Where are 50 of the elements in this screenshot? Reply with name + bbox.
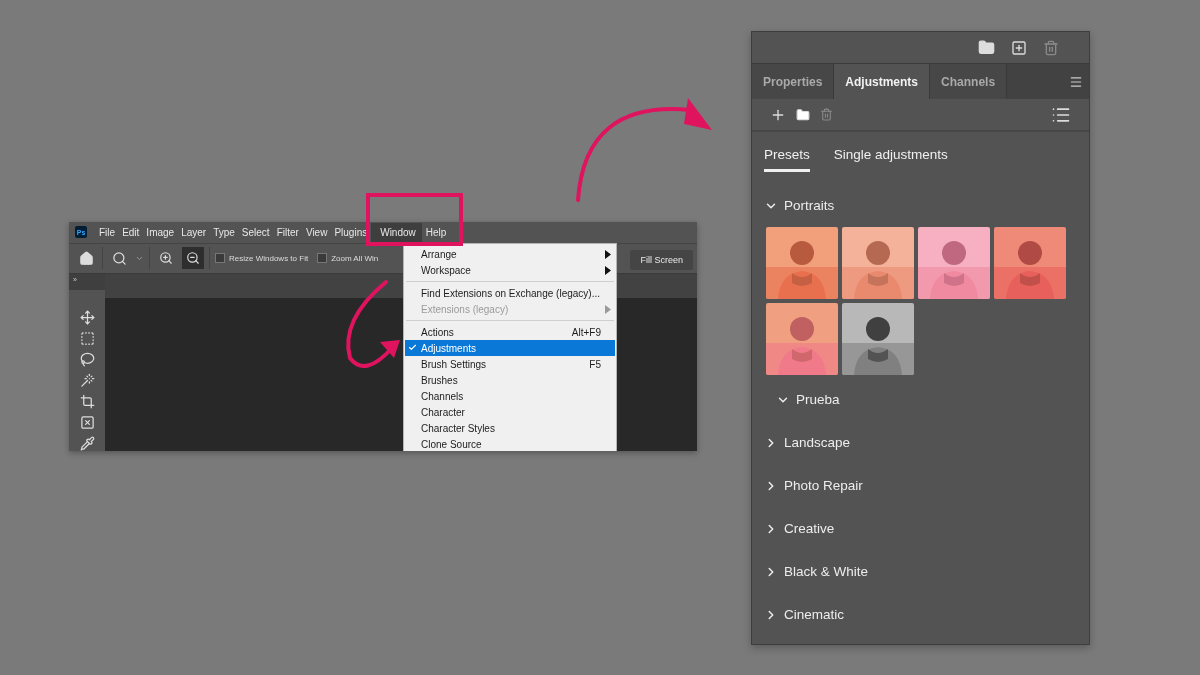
section-title[interactable]: Photo Repair (784, 478, 863, 493)
menu-item[interactable]: View (302, 222, 331, 242)
menu-entry[interactable]: Adjustments (405, 340, 615, 356)
menu-item[interactable]: Plugins (331, 222, 371, 242)
crop-icon[interactable] (79, 394, 95, 409)
marquee-icon[interactable] (79, 331, 95, 346)
move-icon[interactable] (79, 310, 95, 325)
panel-tab[interactable]: Channels (930, 64, 1008, 99)
panel-tab[interactable]: Properties (752, 64, 835, 99)
section-title[interactable]: Creative (784, 521, 835, 536)
folder-icon[interactable] (796, 107, 810, 122)
menu-entry[interactable]: Channels (405, 388, 615, 404)
section-title[interactable]: Black & White (784, 564, 869, 579)
checkbox[interactable] (317, 253, 328, 264)
zoom-out-icon[interactable] (182, 247, 204, 270)
checkbox-label: Resize Windows to Fit (229, 253, 309, 263)
menu-item[interactable]: File (96, 222, 119, 242)
menu-item[interactable]: Layer (178, 222, 210, 242)
checkbox[interactable] (215, 253, 225, 264)
menu-item[interactable]: Window (371, 222, 422, 242)
section-title[interactable]: Portraits (784, 198, 835, 213)
fill-screen-button[interactable]: Fill Screen (630, 250, 693, 270)
sub-tab[interactable]: Single adjustments (833, 147, 948, 172)
menu-entry[interactable]: Brushes (405, 372, 615, 388)
frame-icon[interactable] (79, 415, 95, 430)
menu-entry[interactable]: Character Styles (405, 420, 615, 436)
section-title[interactable]: Landscape (784, 435, 851, 450)
menu-entry[interactable]: Workspace (405, 262, 615, 278)
section-title[interactable]: Cinematic (784, 607, 845, 622)
panel-tab[interactable]: Adjustments (834, 64, 931, 99)
menu-item[interactable]: Edit (119, 222, 143, 242)
menu-entry[interactable]: Brush Settings F5 (405, 356, 615, 372)
menu-item[interactable]: Help (422, 222, 450, 242)
section-title[interactable]: Prueba (796, 392, 840, 407)
menu-entry[interactable]: Arrange (405, 246, 615, 262)
menu-item[interactable]: Select (238, 222, 273, 242)
eyedropper-icon[interactable] (79, 436, 95, 451)
menu-item[interactable]: Type (210, 222, 238, 242)
menu-entry[interactable]: Character (405, 404, 615, 420)
menu-entry[interactable]: Clone Source (405, 436, 615, 451)
folder-icon[interactable] (978, 39, 995, 56)
menu-item[interactable]: Filter (273, 222, 302, 242)
menu-entry[interactable]: Actions Alt+F9 (405, 324, 615, 340)
menu-item[interactable]: Image (143, 222, 178, 242)
checkbox-label: Zoom All Win (331, 253, 379, 263)
sub-tab[interactable]: Presets (764, 147, 810, 172)
new-layer-icon[interactable] (1011, 39, 1027, 56)
lasso-icon[interactable] (79, 352, 95, 367)
menu-entry[interactable]: Find Extensions on Exchange (legacy)... (405, 285, 615, 301)
magic-wand-icon[interactable] (79, 373, 95, 388)
